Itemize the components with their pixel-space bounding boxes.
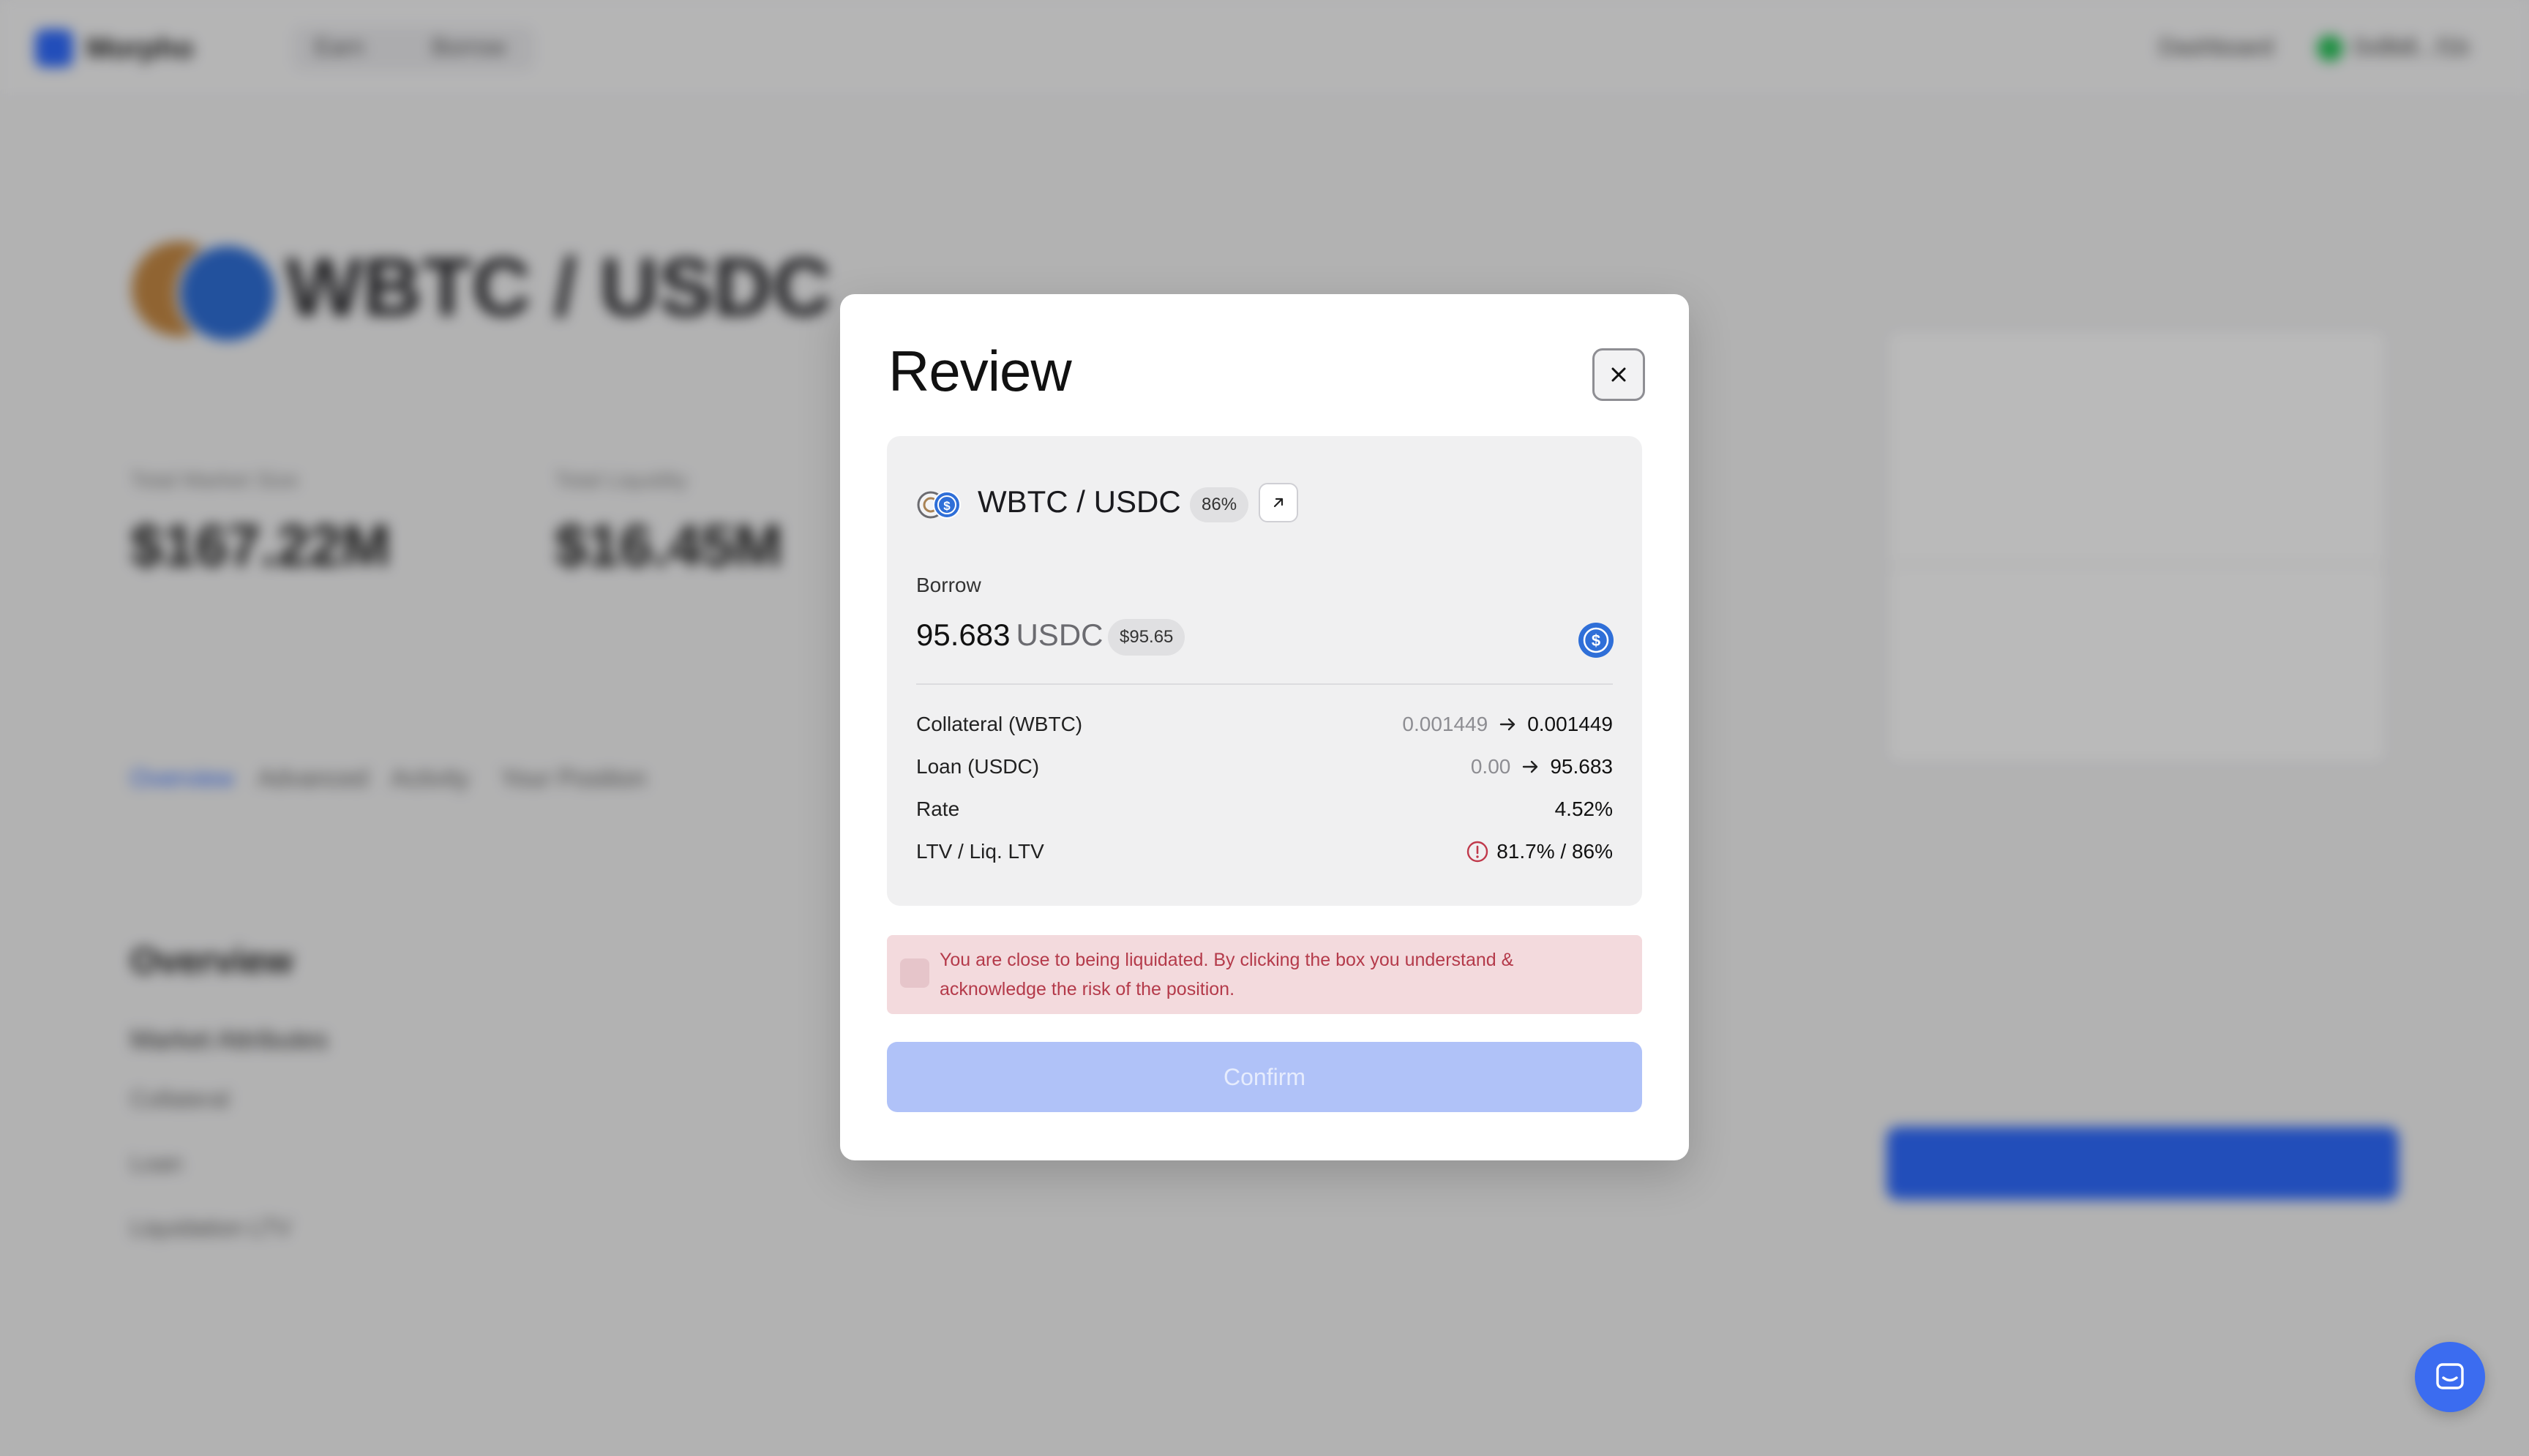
chat-launcher-button[interactable] [2415, 1342, 2485, 1412]
rate-row: Rate 4.52% [916, 798, 1613, 827]
new-value: 0.001449 [1527, 713, 1613, 735]
row-value: 81.7% / 86% [1466, 840, 1613, 863]
chat-icon [2436, 1363, 2464, 1389]
warning-text: You are close to being liquidated. By cl… [940, 950, 1514, 999]
row-label: Collateral (WBTC) [916, 713, 1083, 735]
ltv-value: 81.7% / 86% [1496, 840, 1613, 863]
borrow-label: Borrow [916, 574, 981, 596]
loan-row: Loan (USDC) 0.00 95.683 [916, 755, 1613, 784]
open-market-button[interactable] [1259, 483, 1298, 522]
pair-name: WBTC / USDC [978, 484, 1181, 519]
confirm-button[interactable]: Confirm [887, 1042, 1642, 1112]
old-value: 0.00 [1470, 755, 1511, 778]
close-icon [1611, 367, 1626, 382]
ltv-row: LTV / Liq. LTV 81.7% / 86% [916, 840, 1613, 869]
borrow-unit: USDC [1016, 618, 1104, 652]
pair-icons: $ [917, 491, 961, 519]
warning-circle-icon [1467, 841, 1488, 863]
usd-value-badge: $95.65 [1108, 619, 1185, 656]
lltv-badge: 86% [1190, 487, 1249, 522]
row-label: Rate [916, 798, 960, 820]
liquidation-warning: You are close to being liquidated. By cl… [887, 935, 1642, 1014]
usdc-icon: $ [933, 491, 961, 519]
borrow-amount-value: 95.683 [916, 618, 1011, 652]
svg-text:$: $ [943, 499, 951, 513]
old-value: 0.001449 [1402, 713, 1488, 735]
acknowledge-checkbox[interactable] [900, 958, 929, 988]
modal-title: Review [888, 339, 1072, 403]
row-value: 4.52% [1555, 798, 1613, 821]
external-link-icon [1273, 498, 1284, 508]
usdc-token-icon: $ [1578, 623, 1614, 658]
rate-value: 4.52% [1554, 798, 1613, 820]
divider [916, 683, 1613, 685]
svg-text:$: $ [1592, 631, 1600, 650]
arrow-right-icon [1500, 718, 1515, 731]
collateral-row: Collateral (WBTC) 0.001449 0.001449 [916, 713, 1613, 742]
review-modal: Review $ WBTC / USDC 86% Borrow 95.683 U… [840, 294, 1689, 1160]
review-card: $ WBTC / USDC 86% Borrow 95.683 USDC $95.… [887, 436, 1642, 906]
new-value: 95.683 [1550, 755, 1613, 778]
row-value: 0.001449 0.001449 [1402, 713, 1613, 736]
arrow-right-icon [1523, 760, 1538, 773]
row-label: LTV / Liq. LTV [916, 840, 1044, 863]
borrow-amount: 95.683 USDC [916, 618, 1103, 653]
row-label: Loan (USDC) [916, 755, 1040, 778]
row-value: 0.00 95.683 [1471, 755, 1613, 778]
close-button[interactable] [1592, 348, 1645, 401]
